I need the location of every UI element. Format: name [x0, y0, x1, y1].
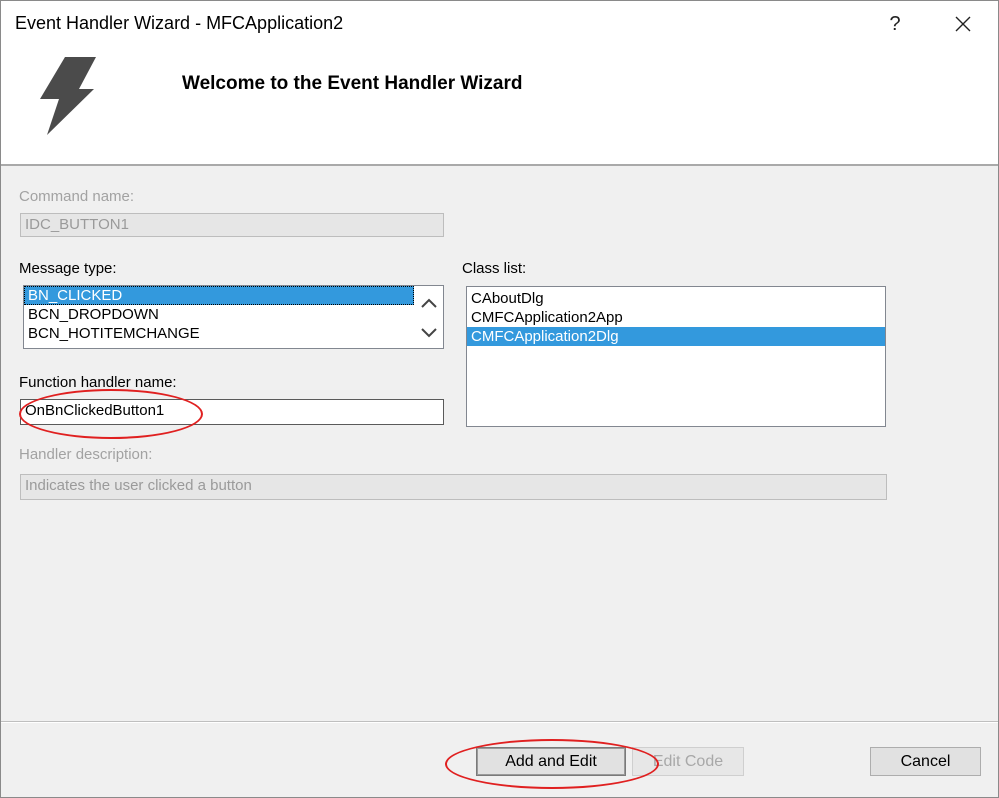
title-bar: Event Handler Wizard - MFCApplication2 ?	[1, 1, 998, 47]
class-list-item[interactable]: CMFCApplication2App	[467, 308, 885, 327]
class-list[interactable]: CAboutDlg CMFCApplication2App CMFCApplic…	[466, 286, 886, 427]
help-icon: ?	[889, 12, 901, 35]
class-list-item[interactable]: CAboutDlg	[467, 289, 885, 308]
message-type-item[interactable]: BCN_HOTITEMCHANGE	[24, 324, 414, 343]
scroll-up-arrow[interactable]	[414, 288, 443, 317]
wizard-banner: Welcome to the Event Handler Wizard	[1, 47, 998, 166]
cancel-button[interactable]: Cancel	[870, 747, 981, 776]
close-button[interactable]	[943, 9, 983, 39]
handler-description-label: Handler description:	[19, 446, 153, 463]
add-and-edit-button[interactable]: Add and Edit	[476, 747, 626, 776]
message-type-scrollbar[interactable]	[414, 286, 443, 348]
chevron-down-icon	[420, 327, 437, 337]
message-type-list[interactable]: BN_CLICKED BCN_DROPDOWN BCN_HOTITEMCHANG…	[23, 285, 444, 349]
class-list-label: Class list:	[462, 260, 527, 277]
command-name-label: Command name:	[19, 188, 135, 205]
message-type-item[interactable]: BCN_DROPDOWN	[24, 305, 414, 324]
message-type-label: Message type:	[19, 260, 117, 277]
command-name-field: IDC_BUTTON1	[20, 213, 444, 237]
scroll-down-arrow[interactable]	[414, 318, 443, 347]
help-button[interactable]: ?	[875, 9, 915, 39]
function-handler-name-input[interactable]: OnBnClickedButton1	[20, 399, 444, 425]
function-handler-label: Function handler name:	[19, 374, 177, 391]
lightning-bolt-icon	[40, 57, 96, 135]
message-type-item[interactable]: BN_CLICKED	[24, 286, 414, 305]
edit-code-button[interactable]: Edit Code	[632, 747, 744, 776]
footer-separator-highlight	[1, 722, 998, 723]
chevron-up-icon	[420, 298, 437, 308]
handler-description-field: Indicates the user clicked a button	[20, 474, 887, 500]
close-icon	[955, 16, 971, 32]
window-title: Event Handler Wizard - MFCApplication2	[15, 13, 344, 33]
class-list-item[interactable]: CMFCApplication2Dlg	[467, 327, 885, 346]
wizard-heading: Welcome to the Event Handler Wizard	[182, 73, 523, 94]
event-handler-wizard-dialog: Event Handler Wizard - MFCApplication2 ?…	[0, 0, 999, 798]
